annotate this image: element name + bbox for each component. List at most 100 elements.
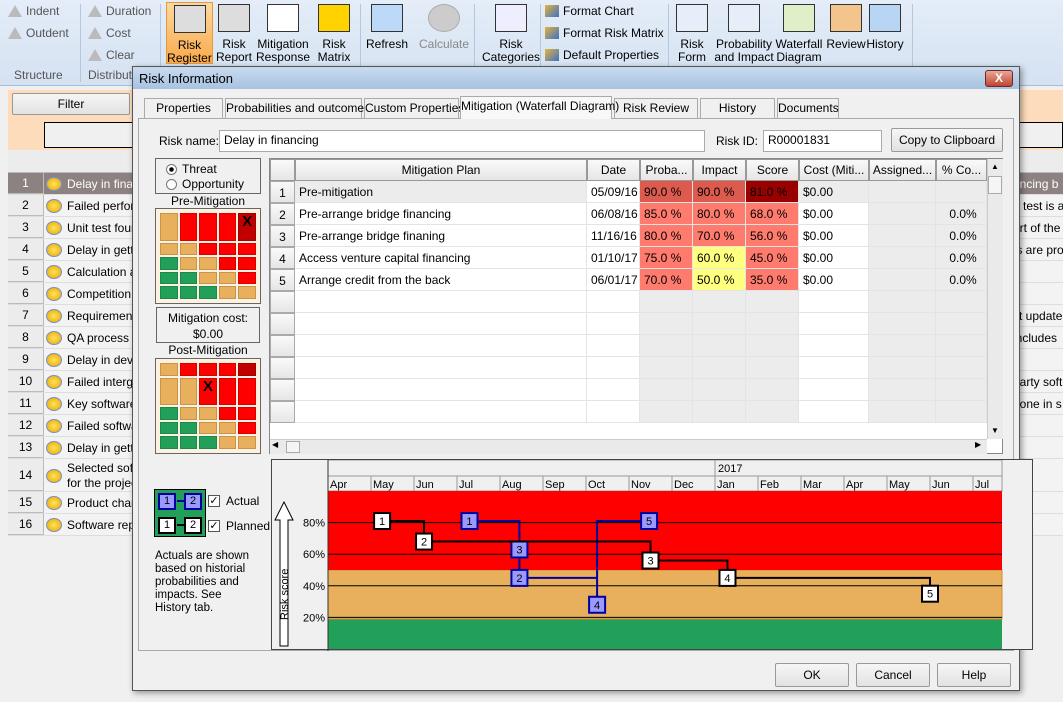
horizontal-scroll-thumb[interactable] [286, 441, 300, 453]
grid-cell-n[interactable]: 5 [270, 269, 295, 291]
grid-cell-assigned[interactable] [869, 247, 936, 269]
grid-cell-score[interactable]: 35.0 % [746, 269, 799, 291]
ribbon-risk-form-button[interactable]: Risk Form [673, 2, 711, 64]
grid-cell-cost[interactable]: $0.00 [799, 269, 869, 291]
column-header[interactable]: Date [587, 159, 640, 181]
tab-mitigation-waterfall-diagram[interactable]: Mitigation (Waterfall Diagram) [460, 96, 619, 119]
threat-radio[interactable]: Threat [166, 162, 217, 176]
grid-cell-cost[interactable]: $0.00 [799, 181, 869, 203]
ribbon-outdent-button[interactable]: Outdent [8, 24, 69, 42]
ribbon-history-button[interactable]: History [865, 2, 905, 64]
column-header[interactable]: Proba... [640, 159, 693, 181]
grid-cell-n[interactable]: 2 [270, 203, 295, 225]
column-header[interactable]: Impact [693, 159, 746, 181]
tab-properties[interactable]: Properties [144, 98, 223, 118]
grid-cell-score[interactable]: 81.0 % [746, 181, 799, 203]
column-header[interactable]: Score [746, 159, 799, 181]
grid-cell-plan[interactable]: Pre-arrange bridge financing [295, 203, 587, 225]
ribbon-cost-button[interactable]: Cost [88, 24, 131, 42]
grid-cell-prob[interactable]: 80.0 % [640, 225, 693, 247]
grid-cell-plan[interactable]: Access venture capital financing [295, 247, 587, 269]
post-mitigation-matrix[interactable]: X [155, 358, 261, 454]
ribbon-risk-matrix-button[interactable]: Risk Matrix [314, 2, 354, 64]
ribbon-waterfall-diagram-button[interactable]: Waterfall Diagram [775, 2, 823, 64]
grid-cell-assigned[interactable] [869, 269, 936, 291]
ribbon-format-risk-matrix-button[interactable]: Format Risk Matrix [545, 24, 664, 42]
grid-cell-impact[interactable]: 70.0 % [693, 225, 746, 247]
filter-button[interactable]: Filter [12, 93, 130, 115]
ribbon-mitigation-response-button[interactable]: Mitigation Response [254, 2, 312, 64]
grid-cell-plan[interactable]: Pre-arrange bridge finaning [295, 225, 587, 247]
ribbon-review-button[interactable]: Review [826, 2, 866, 64]
pre-mitigation-matrix[interactable]: X [155, 208, 261, 304]
tab-custom-properties[interactable]: Custom Properties [364, 98, 464, 118]
cancel-button[interactable]: Cancel [856, 663, 930, 687]
scroll-thumb[interactable] [988, 176, 1002, 194]
grid-cell-score[interactable]: 56.0 % [746, 225, 799, 247]
grid-cell-impact[interactable]: 80.0 % [693, 203, 746, 225]
grid-cell-cost[interactable]: $0.00 [799, 203, 869, 225]
grid-cell-date[interactable]: 05/09/16 [587, 181, 640, 203]
ribbon-clear-button[interactable]: Clear [88, 46, 135, 64]
grid-cell-n[interactable]: 4 [270, 247, 295, 269]
close-icon[interactable]: X [985, 70, 1013, 87]
ok-button[interactable]: OK [775, 663, 849, 687]
grid-cell-impact[interactable]: 60.0 % [693, 247, 746, 269]
grid-cell-date[interactable]: 06/01/17 [587, 269, 640, 291]
actual-checkbox[interactable]: ✓ [208, 495, 220, 507]
grid-cell-prob[interactable]: 90.0 % [640, 181, 693, 203]
column-header[interactable]: Mitigation Plan [295, 159, 587, 181]
grid-cell-date[interactable]: 01/10/17 [587, 247, 640, 269]
grid-cell-prob[interactable]: 85.0 % [640, 203, 693, 225]
scroll-up-icon[interactable]: ▲ [988, 160, 1002, 174]
grid-cell-date[interactable]: 06/08/16 [587, 203, 640, 225]
grid-cell-assigned[interactable] [869, 225, 936, 247]
grid-cell-impact[interactable]: 90.0 % [693, 181, 746, 203]
column-header[interactable]: Assigned... [869, 159, 936, 181]
scroll-down-icon[interactable]: ▼ [988, 424, 1002, 438]
grid-cell-prob[interactable]: 75.0 % [640, 247, 693, 269]
risk-name-input[interactable]: Delay in financing [219, 130, 705, 152]
grid-cell-assigned[interactable] [869, 203, 936, 225]
ribbon-risk-categories-button[interactable]: Risk Categories [482, 2, 540, 64]
grid-cell-pct[interactable]: 0.0% [936, 247, 987, 269]
grid-cell-n[interactable]: 3 [270, 225, 295, 247]
ribbon-risk-report-button[interactable]: Risk Report [215, 2, 253, 64]
ribbon-default-properties-button[interactable]: Default Properties [545, 46, 659, 64]
risk-id-input[interactable]: R00001831 [763, 130, 882, 152]
scroll-left-icon[interactable]: ◀ [272, 440, 278, 449]
grid-cell-pct[interactable]: 0.0% [936, 203, 987, 225]
column-header[interactable]: Cost (Miti... [799, 159, 869, 181]
column-header[interactable]: % Co... [936, 159, 987, 181]
planned-checkbox[interactable]: ✓ [208, 520, 220, 532]
ribbon-indent-button[interactable]: Indent [8, 2, 59, 20]
copy-to-clipboard-button[interactable]: Copy to Clipboard [891, 128, 1003, 152]
ribbon-probability-and-impact-button[interactable]: Probability and Impact [713, 2, 775, 64]
vertical-scrollbar[interactable] [987, 159, 1003, 439]
grid-cell-pct[interactable]: 0.0% [936, 269, 987, 291]
ribbon-risk-register-button[interactable]: Risk Register [166, 2, 213, 65]
grid-cell-pct[interactable] [936, 181, 987, 203]
tab-probabilities-and-outcomes[interactable]: Probabilities and outcomes [225, 98, 370, 118]
opportunity-radio[interactable]: Opportunity [166, 177, 244, 191]
column-header[interactable] [270, 159, 295, 181]
help-button[interactable]: Help [937, 663, 1011, 687]
grid-cell-pct[interactable]: 0.0% [936, 225, 987, 247]
grid-cell-n[interactable]: 1 [270, 181, 295, 203]
tab-history[interactable]: History [700, 98, 775, 118]
tab-documents[interactable]: Documents [777, 98, 839, 118]
tab-risk-review[interactable]: Risk Review [614, 98, 698, 118]
grid-cell-cost[interactable]: $0.00 [799, 225, 869, 247]
ribbon-calculate-button[interactable]: Calculate [416, 2, 472, 64]
grid-cell-score[interactable]: 45.0 % [746, 247, 799, 269]
grid-cell-assigned[interactable] [869, 181, 936, 203]
ribbon-refresh-button[interactable]: Refresh [364, 2, 410, 64]
grid-cell-prob[interactable]: 70.0 % [640, 269, 693, 291]
grid-cell-plan[interactable]: Arrange credit from the back [295, 269, 587, 291]
grid-cell-date[interactable]: 11/16/16 [587, 225, 640, 247]
grid-cell-impact[interactable]: 50.0 % [693, 269, 746, 291]
grid-cell-cost[interactable]: $0.00 [799, 247, 869, 269]
scroll-right-icon[interactable]: ▶ [975, 440, 981, 449]
ribbon-format-chart-button[interactable]: Format Chart [545, 2, 634, 20]
grid-cell-plan[interactable]: Pre-mitigation [295, 181, 587, 203]
